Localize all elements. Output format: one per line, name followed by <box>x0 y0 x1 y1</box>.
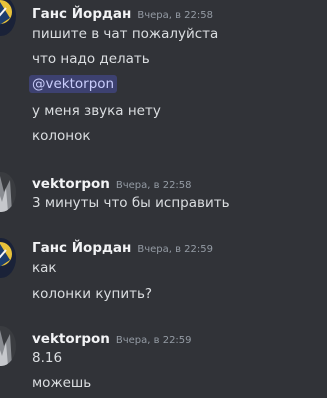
username[interactable]: Ганс Йордан <box>32 240 131 256</box>
timestamp: Вчера, в 22:58 <box>115 180 192 191</box>
message-text: колонок <box>32 128 91 144</box>
username[interactable]: vektorpon <box>32 176 110 192</box>
message-text: @vektorpon <box>29 75 118 93</box>
message-text: как <box>32 260 57 276</box>
message-text: пишите в чат пожалуйста <box>32 26 219 42</box>
message-text: 3 минуты что бы исправить <box>32 195 230 211</box>
message-text: можешь <box>32 375 92 391</box>
message-text: 8.16 <box>32 350 63 366</box>
timestamp: Вчера, в 22:59 <box>115 335 192 346</box>
avatar[interactable] <box>0 238 16 278</box>
avatar[interactable] <box>0 326 16 366</box>
message-text: у меня звука нету <box>32 103 161 119</box>
avatar[interactable] <box>0 172 16 212</box>
username[interactable]: vektorpon <box>32 331 110 347</box>
message-text: что надо делать <box>32 51 150 67</box>
user-mention[interactable]: @vektorpon <box>29 75 118 93</box>
timestamp: Вчера, в 22:59 <box>137 244 213 255</box>
username[interactable]: Ганс Йордан <box>32 6 131 22</box>
timestamp: Вчера, в 22:58 <box>137 10 213 21</box>
message-text: колонки купить? <box>32 286 153 302</box>
avatar[interactable] <box>0 0 16 36</box>
